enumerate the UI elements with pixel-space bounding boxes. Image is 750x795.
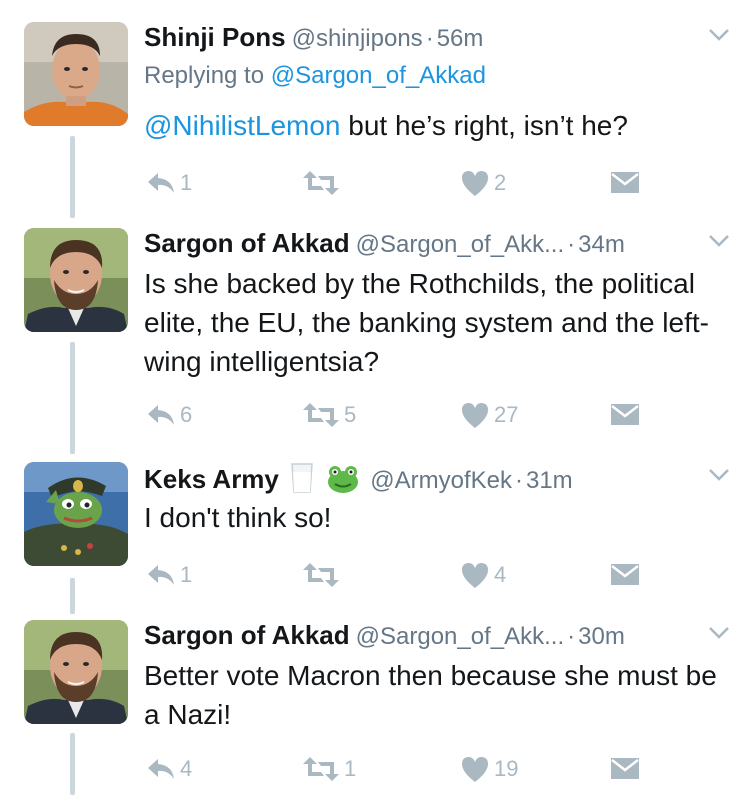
- username[interactable]: @shinjipons: [292, 25, 423, 52]
- direct-message-icon: [611, 172, 639, 193]
- reply-icon: [148, 405, 174, 425]
- timestamp[interactable]: 56m: [437, 25, 484, 52]
- separator-dot: ·: [514, 467, 523, 494]
- reply-count: 4: [180, 756, 193, 781]
- reply-button[interactable]: 1: [146, 558, 192, 592]
- timestamp[interactable]: 34m: [578, 231, 625, 258]
- tweet-text: Better vote Macron then because she must…: [144, 660, 717, 730]
- display-name[interactable]: Sargon of Akkad: [144, 620, 350, 650]
- direct-message-icon: [611, 564, 639, 585]
- avatar[interactable]: [24, 462, 128, 566]
- chevron-down-icon[interactable]: [708, 626, 730, 640]
- milk-glass-emoji: [291, 463, 314, 493]
- tweet-actions: 1 4: [144, 558, 644, 592]
- avatar[interactable]: [24, 620, 128, 724]
- chevron-down-icon[interactable]: [708, 468, 730, 482]
- chevron-down-icon[interactable]: [708, 28, 730, 42]
- direct-message-button[interactable]: [610, 166, 640, 200]
- tweet-header: Sargon of Akkad @Sargon_of_Akk... · 34m: [144, 228, 730, 262]
- direct-message-button[interactable]: [610, 558, 640, 592]
- mention-link[interactable]: @NihilistLemon: [144, 110, 341, 141]
- chevron-down-icon[interactable]: [708, 234, 730, 248]
- tweet-text: Is she backed by the Rothchilds, the pol…: [144, 268, 709, 377]
- tweet[interactable]: Sargon of Akkad @Sargon_of_Akk... · 30m Bet…: [0, 620, 750, 795]
- reply-icon: [148, 759, 174, 779]
- retweet-button[interactable]: 5: [302, 398, 356, 432]
- avatar[interactable]: [24, 228, 128, 332]
- username[interactable]: @Sargon_of_Akk...: [356, 231, 564, 258]
- reply-button[interactable]: 4: [146, 752, 192, 786]
- tweet-header: Shinji Pons @shinjipons · 56m: [144, 22, 730, 56]
- like-button[interactable]: 4: [460, 558, 506, 592]
- reply-button[interactable]: 6: [146, 398, 192, 432]
- like-button[interactable]: 19: [460, 752, 518, 786]
- separator-dot: ·: [425, 25, 434, 52]
- direct-message-icon: [611, 758, 639, 779]
- direct-message-icon: [611, 404, 639, 425]
- like-count: 27: [494, 402, 519, 427]
- tweet-header: Sargon of Akkad @Sargon_of_Akk... · 30m: [144, 620, 730, 654]
- like-icon: [462, 757, 488, 782]
- tweet-text: I don't think so!: [144, 502, 332, 533]
- like-count: 2: [494, 170, 507, 195]
- like-icon: [462, 563, 488, 588]
- reply-icon: [148, 565, 174, 585]
- tweet-actions: 6 5 27: [144, 398, 644, 432]
- timestamp[interactable]: 31m: [526, 467, 573, 494]
- tweet[interactable]: Keks Army @ArmyofKek · 31m I don't think s…: [0, 462, 750, 602]
- tweet[interactable]: Sargon of Akkad @Sargon_of_Akk... · 34m Is …: [0, 228, 750, 438]
- like-icon: [462, 171, 488, 196]
- retweet-icon: [303, 171, 339, 195]
- direct-message-button[interactable]: [610, 398, 640, 432]
- display-name[interactable]: Shinji Pons: [144, 22, 286, 52]
- replying-to: Replying to @Sargon_of_Akkad: [144, 62, 486, 90]
- tweet-actions: 4 1 19: [144, 752, 644, 786]
- like-count: 4: [494, 562, 507, 587]
- retweet-button[interactable]: 1: [302, 752, 356, 786]
- like-button[interactable]: 2: [460, 166, 506, 200]
- frog-emoji: [327, 466, 358, 493]
- tweet-actions: 1 2: [144, 166, 644, 200]
- separator-dot: ·: [567, 623, 576, 650]
- avatar[interactable]: [24, 22, 128, 126]
- retweet-button[interactable]: [302, 166, 344, 200]
- reply-icon: [148, 173, 174, 193]
- tweet-text-content: but he’s right, isn’t he?: [340, 110, 628, 141]
- like-icon: [462, 403, 488, 428]
- replying-to-label: Replying to: [144, 62, 265, 89]
- reply-count: 1: [180, 562, 193, 587]
- replying-to-link[interactable]: @Sargon_of_Akkad: [271, 62, 486, 89]
- tweet-header: Keks Army @ArmyofKek · 31m: [144, 462, 730, 496]
- like-count: 19: [494, 756, 519, 781]
- direct-message-button[interactable]: [610, 752, 640, 786]
- separator-dot: ·: [567, 231, 576, 258]
- display-name[interactable]: Keks Army: [144, 464, 279, 494]
- username[interactable]: @ArmyofKek: [370, 467, 512, 494]
- retweet-count: 5: [344, 402, 357, 427]
- display-name[interactable]: Sargon of Akkad: [144, 228, 350, 258]
- reply-count: 1: [180, 170, 193, 195]
- timestamp[interactable]: 30m: [578, 623, 625, 650]
- retweet-icon: [303, 757, 339, 781]
- tweet-text: @NihilistLemon but he’s right, isn’t he?: [144, 106, 728, 145]
- username[interactable]: @Sargon_of_Akk...: [356, 623, 564, 650]
- retweet-icon: [303, 403, 339, 427]
- like-button[interactable]: 27: [460, 398, 518, 432]
- reply-button[interactable]: 1: [146, 166, 192, 200]
- reply-count: 6: [180, 402, 193, 427]
- tweet[interactable]: Shinji Pons @shinjipons · 56m Replying to @…: [0, 22, 750, 212]
- retweet-button[interactable]: [302, 558, 344, 592]
- retweet-icon: [303, 563, 339, 587]
- retweet-count: 1: [344, 756, 357, 781]
